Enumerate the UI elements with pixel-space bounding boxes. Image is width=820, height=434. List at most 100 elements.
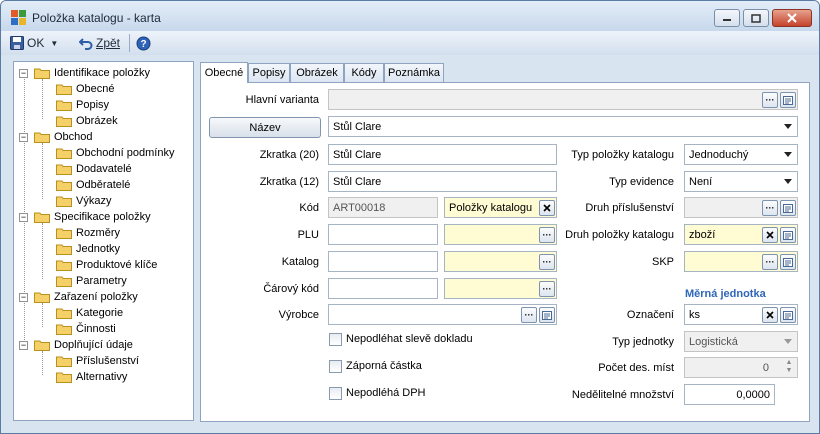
collapse-icon[interactable]: − bbox=[19, 68, 28, 78]
plu-field[interactable] bbox=[328, 224, 438, 245]
pocet-des-mist-label: Počet des. míst bbox=[598, 362, 674, 374]
window-title: Položka katalogu - karta bbox=[32, 11, 161, 25]
typ-evidence-select[interactable]: Není bbox=[684, 171, 798, 192]
ok-label: OK bbox=[27, 36, 45, 50]
tree-item-prislusenstvi[interactable]: Příslušenství bbox=[56, 353, 139, 369]
folder-icon bbox=[34, 292, 50, 303]
folder-icon bbox=[56, 84, 72, 95]
kod-catalog-clear-button[interactable] bbox=[539, 200, 555, 216]
tree-item-produktove-klice[interactable]: Produktové klíče bbox=[56, 257, 157, 273]
tree-item-vykazy[interactable]: Výkazy bbox=[56, 193, 111, 209]
plu-select-button[interactable]: ··· bbox=[539, 227, 555, 243]
tree-item-odberatele[interactable]: Odběratelé bbox=[56, 177, 130, 193]
carovy-kod-select-button[interactable]: ··· bbox=[539, 281, 555, 297]
help-button[interactable]: ? bbox=[136, 35, 151, 51]
typ-jednotky-select[interactable]: Logistická bbox=[684, 331, 798, 352]
zkratka20-field[interactable]: Stůl Clare bbox=[328, 144, 557, 165]
dropdown-arrow-icon[interactable] bbox=[784, 339, 792, 344]
hlavni-varianta-detail-button[interactable] bbox=[780, 92, 796, 108]
nazev-button[interactable]: Název bbox=[209, 117, 321, 138]
tab-kody[interactable]: Kódy bbox=[344, 63, 384, 82]
skp-detail-button[interactable] bbox=[780, 254, 796, 270]
katalog-label: Katalog bbox=[281, 256, 319, 268]
katalog-field[interactable] bbox=[328, 251, 438, 272]
folder-icon bbox=[34, 212, 50, 223]
collapse-icon[interactable]: − bbox=[19, 132, 28, 142]
tree-item-obchodni-podminky[interactable]: Obchodní podmínky bbox=[56, 145, 174, 161]
collapse-icon[interactable]: − bbox=[19, 292, 28, 302]
nazev-combo[interactable]: Stůl Clare bbox=[328, 116, 798, 137]
navigation-tree[interactable]: − Identifikace položky Obecné Popisy Obr… bbox=[13, 61, 194, 421]
folder-icon bbox=[56, 372, 72, 383]
carovy-kod-field[interactable] bbox=[328, 278, 438, 299]
tree-item-rozmery[interactable]: Rozměry bbox=[56, 225, 120, 241]
hlavni-varianta-field[interactable] bbox=[328, 89, 798, 110]
tab-poznamka[interactable]: Poznámka bbox=[384, 63, 444, 82]
nepodlehat-sleve-checkbox[interactable] bbox=[329, 333, 342, 346]
save-icon bbox=[10, 36, 24, 50]
maximize-button[interactable] bbox=[743, 9, 769, 27]
tree-item-doplnujici[interactable]: − Doplňující údaje bbox=[19, 337, 133, 353]
tree-item-popisy[interactable]: Popisy bbox=[56, 97, 109, 113]
dropdown-arrow-icon[interactable] bbox=[784, 124, 792, 129]
typ-polozky-select[interactable]: Jednoduchý bbox=[684, 144, 798, 165]
tree-item-obrazek[interactable]: Obrázek bbox=[56, 113, 118, 129]
zkratka12-field[interactable]: Stůl Clare bbox=[328, 171, 557, 192]
collapse-icon[interactable]: − bbox=[19, 340, 28, 350]
druh-prislusenstvi-select-button[interactable]: ··· bbox=[762, 200, 778, 216]
folder-icon bbox=[56, 116, 72, 127]
oznaceni-clear-button[interactable] bbox=[762, 307, 778, 323]
druh-polozky-label: Druh položky katalogu bbox=[565, 229, 674, 241]
collapse-icon[interactable]: − bbox=[19, 212, 28, 222]
zaporna-castka-checkbox[interactable] bbox=[329, 360, 342, 373]
tree-item-kategorie[interactable]: Kategorie bbox=[56, 305, 123, 321]
help-icon: ? bbox=[136, 36, 151, 50]
ellipsis-icon: ··· bbox=[542, 256, 552, 267]
nedelitelne-field[interactable]: 0,0000 bbox=[684, 384, 775, 405]
oznaceni-detail-button[interactable] bbox=[780, 307, 796, 323]
dropdown-arrow-icon[interactable] bbox=[784, 179, 792, 184]
kod-label: Kód bbox=[299, 202, 319, 214]
back-button[interactable]: Zpět bbox=[79, 35, 120, 51]
katalog-select-button[interactable]: ··· bbox=[539, 254, 555, 270]
tree-item-obchod[interactable]: − Obchod bbox=[19, 129, 93, 145]
nepodlehat-sleve-label: Nepodléhat slevě dokladu bbox=[346, 333, 473, 345]
zkratka20-label: Zkratka (20) bbox=[259, 149, 319, 161]
hlavni-varianta-select-button[interactable]: ··· bbox=[762, 92, 778, 108]
tree-item-parametry[interactable]: Parametry bbox=[56, 273, 127, 289]
folder-icon bbox=[56, 324, 72, 335]
tree-item-specifikace[interactable]: − Specifikace položky bbox=[19, 209, 151, 225]
druh-polozky-clear-button[interactable] bbox=[762, 227, 778, 243]
skp-select-button[interactable]: ··· bbox=[762, 254, 778, 270]
tree-item-obecne[interactable]: Obecné bbox=[56, 81, 115, 97]
vyrobce-detail-button[interactable] bbox=[539, 307, 555, 323]
tree-item-identifikace[interactable]: − Identifikace položky bbox=[19, 65, 150, 81]
nepodleha-dph-label: Nepodléhá DPH bbox=[346, 387, 426, 399]
druh-prislusenstvi-label: Druh příslušenství bbox=[585, 202, 674, 214]
tab-obrazek[interactable]: Obrázek bbox=[290, 63, 344, 82]
nepodleha-dph-checkbox[interactable] bbox=[329, 387, 342, 400]
detail-icon bbox=[783, 310, 793, 320]
undo-icon bbox=[79, 38, 93, 50]
dropdown-arrow-icon[interactable] bbox=[784, 152, 792, 157]
folder-icon bbox=[56, 244, 72, 255]
toolbar: OK ▼ Zpět ? bbox=[1, 31, 819, 55]
tree-item-dodavatele[interactable]: Dodavatelé bbox=[56, 161, 132, 177]
vyrobce-select-button[interactable]: ··· bbox=[521, 307, 537, 323]
druh-polozky-detail-button[interactable] bbox=[780, 227, 796, 243]
ok-dropdown-icon[interactable]: ▼ bbox=[50, 39, 58, 48]
pocet-des-mist-field[interactable]: 0 bbox=[684, 357, 798, 378]
druh-prislusenstvi-detail-button[interactable] bbox=[780, 200, 796, 216]
tree-item-alternativy[interactable]: Alternativy bbox=[56, 369, 127, 385]
detail-icon bbox=[783, 230, 793, 240]
tab-popisy[interactable]: Popisy bbox=[248, 63, 290, 82]
spin-icon[interactable]: ▲ ▼ bbox=[783, 359, 795, 375]
tree-item-cinnosti[interactable]: Činnosti bbox=[56, 321, 116, 337]
ok-button[interactable]: OK ▼ bbox=[10, 35, 58, 51]
tab-obecne[interactable]: Obecné bbox=[200, 62, 248, 83]
minimize-button[interactable] bbox=[714, 9, 740, 27]
kod-field[interactable]: ART00018 bbox=[328, 197, 438, 218]
tree-item-zarazeni[interactable]: − Zařazení položky bbox=[19, 289, 138, 305]
close-button[interactable] bbox=[772, 9, 812, 27]
tree-item-jednotky[interactable]: Jednotky bbox=[56, 241, 120, 257]
